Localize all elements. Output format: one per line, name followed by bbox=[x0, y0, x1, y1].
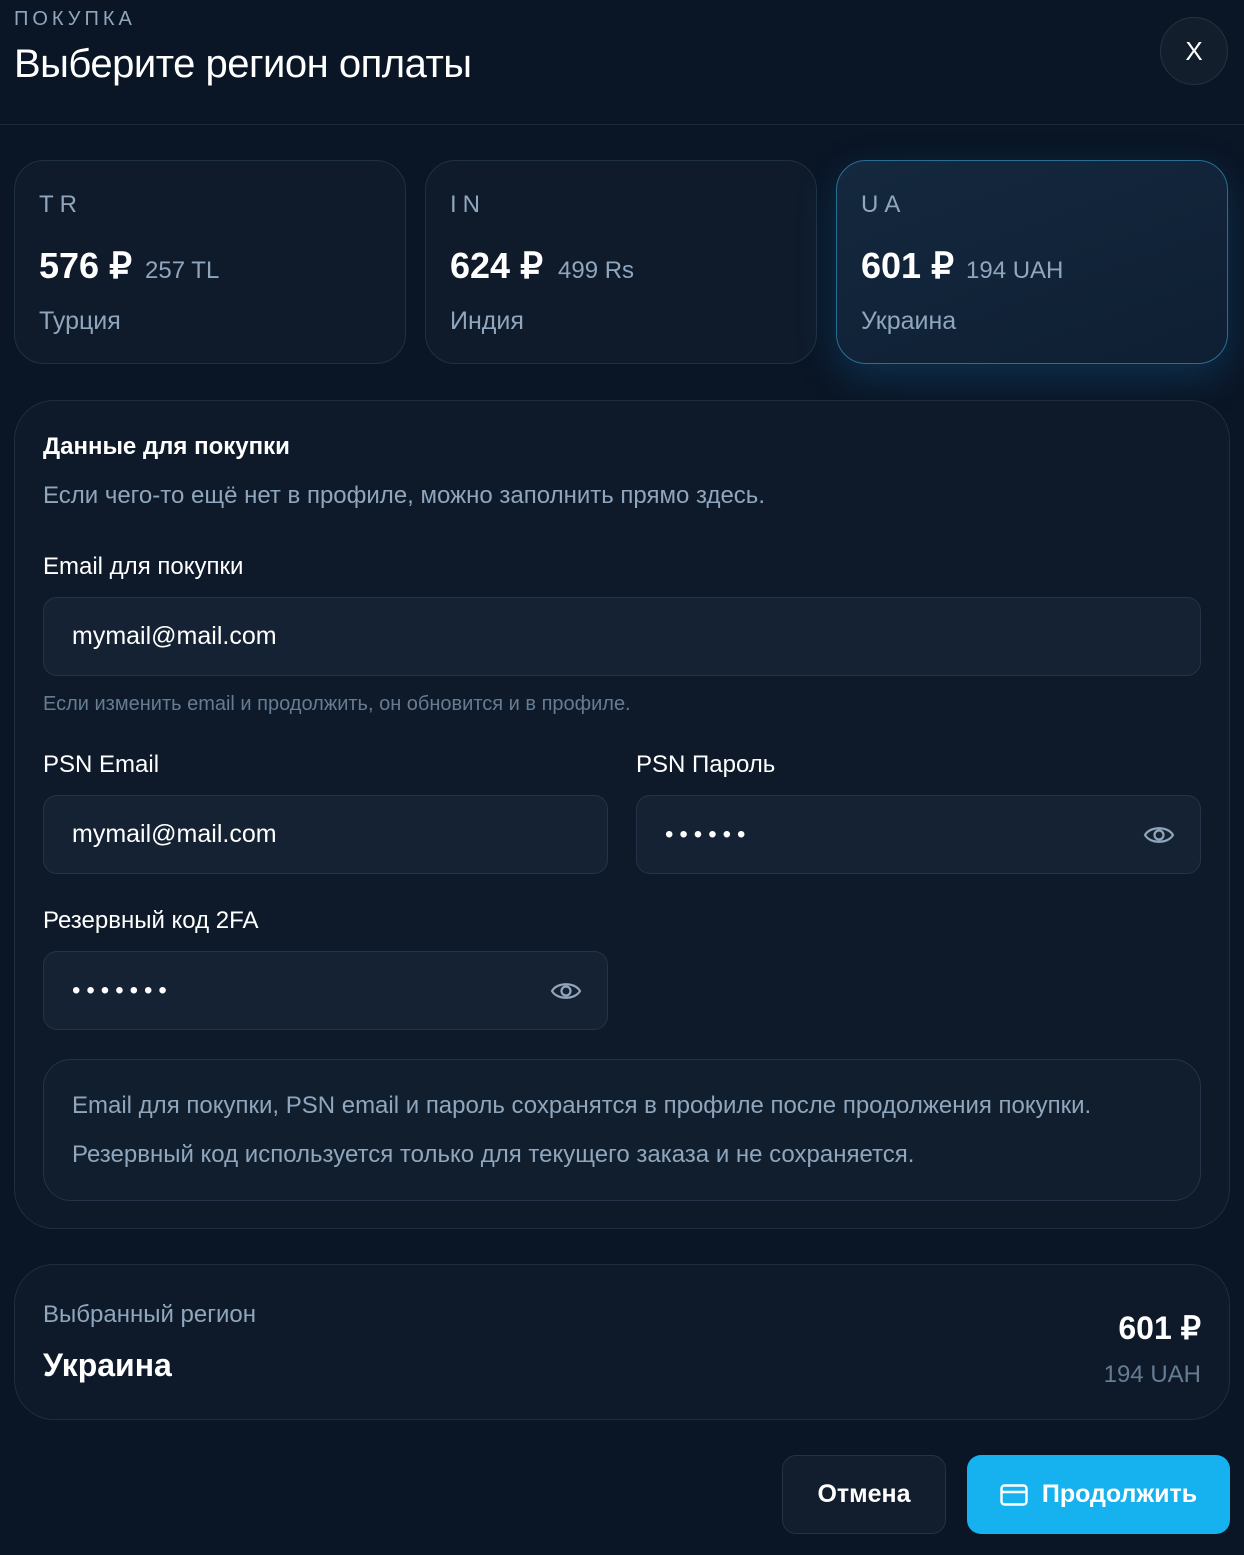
region-name: Турция bbox=[39, 307, 121, 335]
continue-label: Продолжить bbox=[1041, 1480, 1198, 1508]
summary-price: 601 ₽ bbox=[1118, 1310, 1201, 1346]
credit-card-icon bbox=[1000, 1483, 1028, 1506]
section-subtitle: Если чего-то ещё нет в профиле, можно за… bbox=[43, 482, 765, 509]
backup-code-input[interactable]: ••••••• bbox=[43, 951, 608, 1030]
backup-code-label: Резервный код 2FA bbox=[43, 907, 259, 934]
continue-button[interactable]: Продолжить bbox=[967, 1455, 1230, 1534]
region-card-in[interactable]: IN 624 ₽ 499 Rs Индия bbox=[425, 160, 817, 364]
modal-header: ПОКУПКА Выберите регион оплаты X bbox=[0, 0, 1244, 125]
region-price: 601 ₽ bbox=[861, 245, 954, 286]
info-note-line: Резервный код используется только для те… bbox=[72, 1141, 915, 1168]
purchase-email-hint: Если изменить email и продолжить, он обн… bbox=[43, 693, 631, 715]
purchase-details-card: Данные для покупки Если чего-то ещё нет … bbox=[14, 400, 1230, 1229]
region-local-price: 194 UAH bbox=[966, 257, 1064, 284]
region-code: TR bbox=[39, 191, 83, 218]
summary-local-price: 194 UAH bbox=[1103, 1361, 1201, 1388]
region-code: UA bbox=[861, 191, 907, 218]
close-button[interactable]: X bbox=[1160, 17, 1228, 85]
region-local-price: 257 TL bbox=[145, 257, 220, 284]
eye-icon[interactable] bbox=[1143, 820, 1175, 850]
psn-email-input[interactable]: mymail@mail.com bbox=[43, 795, 608, 874]
modal-title: Выберите регион оплаты bbox=[14, 42, 472, 86]
cancel-button[interactable]: Отмена bbox=[782, 1455, 946, 1534]
region-price: 624 ₽ bbox=[450, 245, 543, 286]
region-code: IN bbox=[450, 191, 486, 218]
psn-password-value: •••••• bbox=[665, 820, 752, 848]
eye-icon[interactable] bbox=[550, 976, 582, 1006]
summary-label: Выбранный регион bbox=[43, 1301, 256, 1328]
region-name: Украина bbox=[861, 307, 957, 335]
psn-password-label: PSN Пароль bbox=[636, 751, 776, 778]
info-note: Email для покупки, PSN email и пароль со… bbox=[43, 1059, 1201, 1201]
region-card-ua[interactable]: UA 601 ₽ 194 UAH Украина bbox=[836, 160, 1228, 364]
region-price: 576 ₽ bbox=[39, 245, 132, 286]
summary-region: Украина bbox=[43, 1347, 172, 1383]
region-card-tr[interactable]: TR 576 ₽ 257 TL Турция bbox=[14, 160, 406, 364]
region-local-price: 499 Rs bbox=[558, 257, 635, 284]
backup-code-value: ••••••• bbox=[72, 976, 173, 1004]
section-heading: Данные для покупки bbox=[43, 433, 290, 460]
info-note-line: Email для покупки, PSN email и пароль со… bbox=[72, 1092, 1092, 1119]
modal-kicker: ПОКУПКА bbox=[14, 8, 136, 30]
selected-region-summary: Выбранный регион Украина 601 ₽ 194 UAH bbox=[14, 1264, 1230, 1420]
psn-email-label: PSN Email bbox=[43, 751, 160, 778]
purchase-email-input[interactable]: mymail@mail.com bbox=[43, 597, 1201, 676]
region-name: Индия bbox=[450, 307, 524, 335]
psn-password-input[interactable]: •••••• bbox=[636, 795, 1201, 874]
purchase-email-label: Email для покупки bbox=[43, 553, 244, 580]
